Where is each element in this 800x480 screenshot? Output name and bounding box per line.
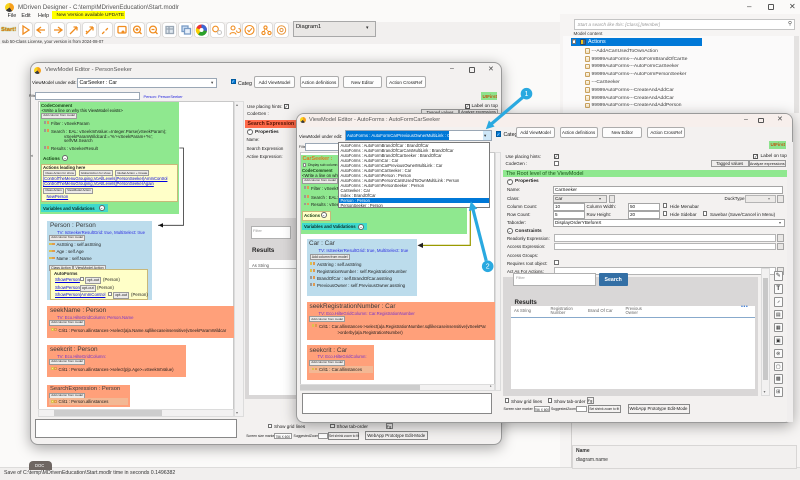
svg-text:1: 1 bbox=[525, 91, 529, 98]
svg-text:2: 2 bbox=[486, 264, 490, 271]
